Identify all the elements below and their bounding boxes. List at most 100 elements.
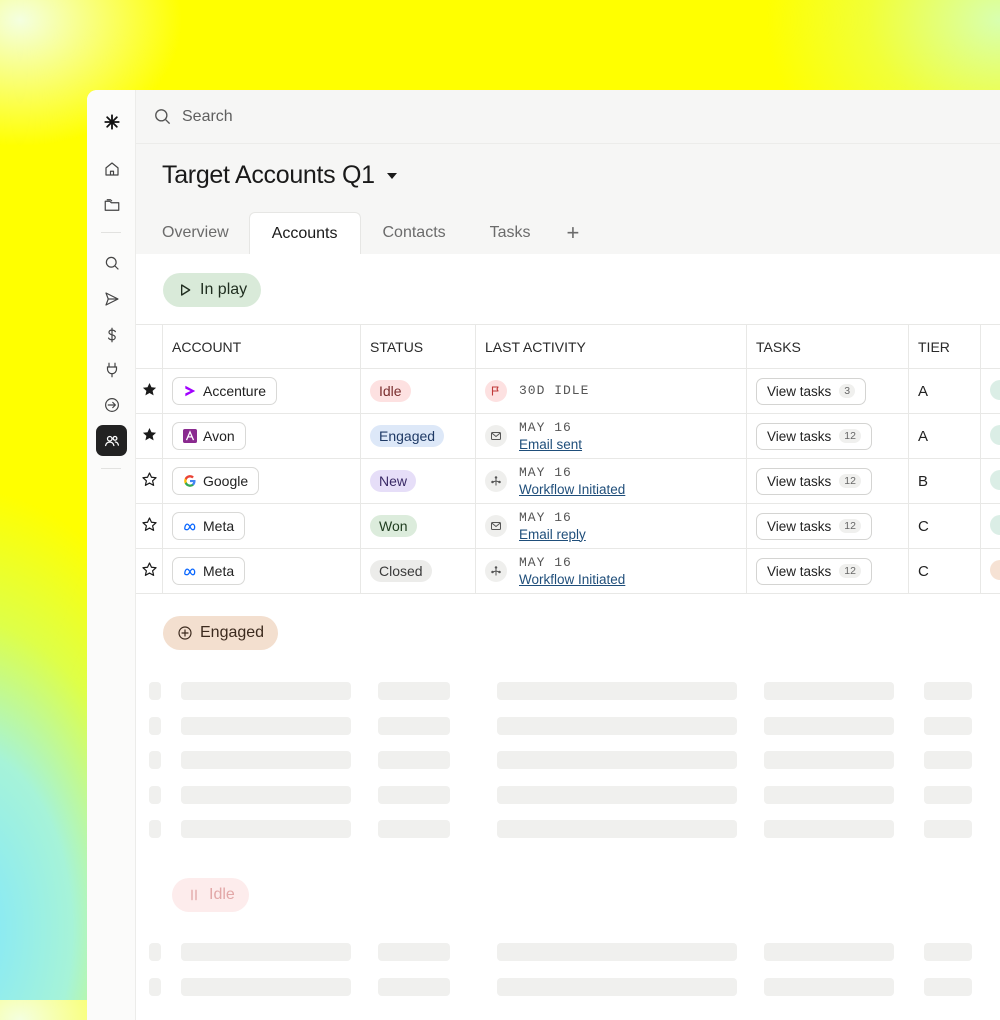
skeleton-bar <box>924 943 972 961</box>
search-input[interactable] <box>180 104 484 130</box>
search-icon[interactable] <box>96 247 127 278</box>
account-chip[interactable]: Google <box>172 467 259 495</box>
view-tasks-label: View tasks <box>767 384 831 399</box>
skeleton-bar <box>378 820 450 838</box>
app-window: Target Accounts Q1 Overview Accounts Con… <box>87 90 1000 1020</box>
activity-link[interactable]: Workflow Initiated <box>519 481 625 498</box>
table-row[interactable]: Avon Engaged MAY 16 Email sent View task… <box>136 414 1000 459</box>
skeleton-bar <box>764 717 894 735</box>
skeleton-bar <box>497 751 737 769</box>
tab-accounts[interactable]: Accounts <box>249 212 361 254</box>
page-header: Target Accounts Q1 Overview Accounts Con… <box>136 144 1000 254</box>
skeleton-bar <box>149 943 161 961</box>
status-badge[interactable]: Idle <box>370 380 411 402</box>
skeleton-bar <box>181 751 351 769</box>
group-idle[interactable]: Idle <box>172 878 249 912</box>
column-header-last-activity[interactable]: LAST ACTIVITY <box>476 325 747 369</box>
last-activity-cell: 30D IDLE <box>476 369 747 414</box>
column-header-star <box>136 325 163 369</box>
home-icon[interactable] <box>96 153 127 184</box>
next-column-badge <box>990 515 1000 535</box>
tier-value: A <box>918 383 928 400</box>
column-header-status[interactable]: STATUS <box>361 325 476 369</box>
view-tasks-button[interactable]: View tasks 3 <box>756 378 866 405</box>
title-dropdown[interactable]: Target Accounts Q1 <box>162 161 397 190</box>
view-tasks-button[interactable]: View tasks 12 <box>756 513 872 540</box>
skeleton-bar <box>764 820 894 838</box>
table-header-row: ACCOUNT STATUS LAST ACTIVITY TASKS TIER <box>136 325 1000 369</box>
tasks-cell: View tasks 12 <box>747 549 909 594</box>
status-badge[interactable]: New <box>370 470 416 492</box>
last-activity-cell: MAY 16 Email sent <box>476 414 747 459</box>
add-tab-button[interactable]: + <box>553 212 594 254</box>
dollar-icon[interactable] <box>96 319 127 350</box>
star-cell <box>136 459 163 504</box>
tier-value: B <box>918 473 928 490</box>
view-tasks-button[interactable]: View tasks 12 <box>756 558 872 585</box>
accounts-table: ACCOUNT STATUS LAST ACTIVITY TASKS TIER … <box>136 324 1000 594</box>
users-icon[interactable] <box>96 425 127 456</box>
table-row[interactable]: Meta Closed MAY 16 Workflow Initiated Vi… <box>136 549 1000 594</box>
tab-contacts[interactable]: Contacts <box>361 212 468 254</box>
column-header-account[interactable]: ACCOUNT <box>163 325 361 369</box>
view-tasks-label: View tasks <box>767 474 831 489</box>
star-filled-icon[interactable] <box>141 381 158 398</box>
activity-date: 30D IDLE <box>519 383 589 399</box>
activity-date: MAY 16 <box>519 465 625 481</box>
skeleton-bar <box>764 786 894 804</box>
sign-in-icon[interactable] <box>96 389 127 420</box>
column-header-tier[interactable]: TIER <box>909 325 981 369</box>
activity-link[interactable]: Email reply <box>519 526 586 543</box>
status-badge[interactable]: Engaged <box>370 425 444 447</box>
skeleton-bar <box>497 820 737 838</box>
table-row[interactable]: Google New MAY 16 Workflow Initiated Vie… <box>136 459 1000 504</box>
logo-icon[interactable] <box>96 106 127 137</box>
status-badge[interactable]: Won <box>370 515 417 537</box>
column-header-next[interactable] <box>981 325 1000 369</box>
tasks-count-badge: 3 <box>839 384 855 398</box>
tier-value: C <box>918 518 929 535</box>
account-name: Meta <box>203 563 234 579</box>
account-chip[interactable]: Meta <box>172 557 245 585</box>
star-filled-icon[interactable] <box>141 426 158 443</box>
activity-link[interactable]: Workflow Initiated <box>519 571 625 588</box>
status-cell: Engaged <box>361 414 476 459</box>
star-cell <box>136 549 163 594</box>
tasks-cell: View tasks 12 <box>747 414 909 459</box>
accenture-logo <box>183 384 197 398</box>
mail-icon <box>485 515 507 537</box>
view-tasks-button[interactable]: View tasks 12 <box>756 423 872 450</box>
star-outline-icon[interactable] <box>141 516 158 533</box>
view-tasks-button[interactable]: View tasks 12 <box>756 468 872 495</box>
page-title: Target Accounts Q1 <box>162 161 375 190</box>
skeleton-bar <box>497 978 737 996</box>
next-column-badge <box>990 470 1000 490</box>
last-activity-cell: MAY 16 Workflow Initiated <box>476 459 747 504</box>
account-chip[interactable]: Meta <box>172 512 245 540</box>
status-badge[interactable]: Closed <box>370 560 432 582</box>
activity-date: MAY 16 <box>519 555 625 571</box>
skeleton-bar <box>497 943 737 961</box>
star-outline-icon[interactable] <box>141 471 158 488</box>
column-header-tasks[interactable]: TASKS <box>747 325 909 369</box>
tab-overview[interactable]: Overview <box>136 212 249 254</box>
activity-link[interactable]: Email sent <box>519 436 582 453</box>
star-outline-icon[interactable] <box>141 561 158 578</box>
folder-icon[interactable] <box>96 189 127 220</box>
table-row[interactable]: Meta Won MAY 16 Email reply View tasks 1… <box>136 504 1000 549</box>
group-label: Engaged <box>200 624 264 642</box>
group-in-play[interactable]: In play <box>163 273 261 307</box>
avon-logo <box>183 429 197 443</box>
tab-tasks[interactable]: Tasks <box>468 212 553 254</box>
pause-icon <box>186 887 202 903</box>
plug-icon[interactable] <box>96 354 127 385</box>
send-icon[interactable] <box>96 283 127 314</box>
account-chip[interactable]: Avon <box>172 422 246 450</box>
group-engaged[interactable]: Engaged <box>163 616 278 650</box>
skeleton-bar <box>181 943 351 961</box>
skeleton-bar <box>497 682 737 700</box>
account-chip[interactable]: Accenture <box>172 377 277 405</box>
tasks-count-badge: 12 <box>839 564 861 578</box>
tasks-cell: View tasks 12 <box>747 504 909 549</box>
table-row[interactable]: Accenture Idle 30D IDLE View tasks 3 A <box>136 369 1000 414</box>
